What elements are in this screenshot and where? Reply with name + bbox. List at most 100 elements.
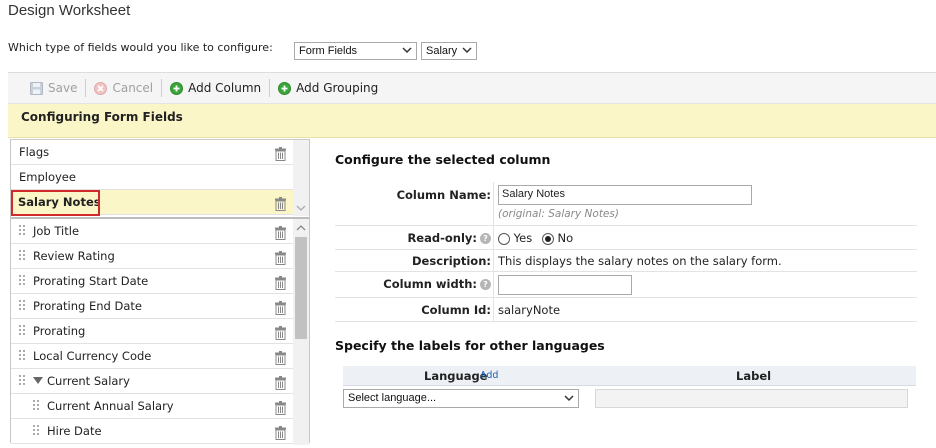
list-item-label: Local Currency Code xyxy=(33,349,152,363)
highlight-box xyxy=(11,190,100,216)
form-select[interactable]: Salary xyxy=(421,42,477,60)
cancel-icon xyxy=(94,81,108,95)
add-column-button[interactable]: Add Column xyxy=(162,78,269,98)
chevron-down-icon xyxy=(462,47,472,54)
languages-heading: Specify the labels for other languages xyxy=(335,338,605,353)
column-width-row: Column width:? xyxy=(335,272,917,298)
drag-handle-icon[interactable] xyxy=(19,250,27,262)
column-list-pane: Flags Employee Salary Notes Job Title Re… xyxy=(10,139,310,445)
list-item[interactable]: Job Title xyxy=(11,219,293,244)
chevron-down-icon xyxy=(402,47,412,54)
column-name-input[interactable]: Salary Notes xyxy=(498,185,752,205)
scrollbar-thumb[interactable] xyxy=(295,237,307,339)
list-item-group[interactable]: Current Salary xyxy=(11,369,293,394)
readonly-yes-radio[interactable] xyxy=(498,232,510,245)
list-item[interactable]: Flags xyxy=(11,140,293,165)
drag-handle-icon[interactable] xyxy=(19,325,27,337)
drag-handle-icon[interactable] xyxy=(19,350,27,362)
save-label: Save xyxy=(48,81,78,95)
column-name-row: Column Name: Salary Notes (original: Sal… xyxy=(335,182,917,226)
column-id-value: salaryNote xyxy=(498,303,561,317)
add-language-link[interactable]: Add xyxy=(480,370,498,381)
drag-handle-icon[interactable] xyxy=(33,400,41,412)
list-item-label: Hire Date xyxy=(47,424,102,438)
readonly-no-radio[interactable] xyxy=(541,232,554,245)
help-icon[interactable]: ? xyxy=(480,233,491,244)
column-name-label: Column Name: xyxy=(396,188,491,202)
readonly-yes-label: Yes xyxy=(513,231,533,245)
language-column-header: Language xyxy=(424,369,488,383)
list-item-label: Prorating Start Date xyxy=(33,274,149,288)
original-name-note: (original: Salary Notes) xyxy=(498,208,619,220)
drag-handle-icon[interactable] xyxy=(33,425,41,437)
form-divider xyxy=(493,298,494,321)
configuring-banner: Configuring Form Fields xyxy=(8,104,936,138)
configure-question-label: Which type of fields would you like to c… xyxy=(8,41,273,54)
columns-list: Job Title Review Rating Prorating Start … xyxy=(11,217,309,445)
chevron-up-icon[interactable] xyxy=(296,224,306,232)
language-label-input[interactable] xyxy=(595,389,908,408)
list-item[interactable]: Hire Date xyxy=(11,419,293,444)
drag-handle-icon[interactable] xyxy=(19,225,27,237)
add-icon xyxy=(170,81,184,95)
fixed-list-scrollbar[interactable] xyxy=(293,140,309,216)
form-value: Salary xyxy=(426,45,458,57)
add-column-label: Add Column xyxy=(188,81,262,95)
language-select-value: Select language... xyxy=(348,392,437,404)
description-label: Description: xyxy=(412,254,491,268)
column-details-pane: Configure the selected column Column Nam… xyxy=(311,139,936,443)
list-item-label: Employee xyxy=(19,170,76,184)
trash-icon[interactable] xyxy=(274,195,287,219)
caret-down-icon[interactable] xyxy=(33,377,43,385)
column-width-label-wrap: Column width:? xyxy=(383,277,491,291)
list-item[interactable]: Local Currency Code xyxy=(11,344,293,369)
list-item[interactable]: Employee xyxy=(11,165,293,190)
list-item[interactable]: Current Annual Salary xyxy=(11,394,293,419)
page-title: Design Worksheet xyxy=(8,2,131,19)
list-item[interactable]: Review Rating xyxy=(11,244,293,269)
chevron-down-icon xyxy=(564,395,574,402)
field-type-value: Form Fields xyxy=(299,45,358,57)
languages-table-header: Language Add Label xyxy=(343,366,916,386)
list-item-label: Flags xyxy=(19,145,50,159)
list-item[interactable]: Prorating End Date xyxy=(11,294,293,319)
save-button[interactable]: Save xyxy=(8,78,85,98)
configure-question: Which type of fields would you like to c… xyxy=(8,41,273,54)
list-item-label: Current Annual Salary xyxy=(47,399,174,413)
add-icon xyxy=(278,81,292,95)
description-value: This displays the salary notes on the sa… xyxy=(498,254,782,268)
add-grouping-button[interactable]: Add Grouping xyxy=(270,78,386,98)
column-id-row: Column Id: salaryNote xyxy=(335,298,917,322)
help-icon[interactable]: ? xyxy=(480,279,491,290)
list-item-selected[interactable]: Salary Notes xyxy=(11,190,293,216)
drag-handle-icon[interactable] xyxy=(19,375,27,387)
label-column-header: Label xyxy=(736,369,772,383)
description-row: Description: This displays the salary no… xyxy=(335,250,917,272)
readonly-options: Yes No xyxy=(498,231,573,245)
field-type-select[interactable]: Form Fields xyxy=(294,42,417,60)
list-item[interactable]: Prorating Start Date xyxy=(11,269,293,294)
form-divider xyxy=(493,250,494,271)
drag-handle-icon[interactable] xyxy=(19,275,27,287)
add-grouping-label: Add Grouping xyxy=(296,81,379,95)
toolbar: Save Cancel Add Column Add Grouping xyxy=(8,72,936,104)
list-item-label: Prorating End Date xyxy=(33,299,142,313)
cancel-button[interactable]: Cancel xyxy=(86,78,161,98)
list-item-label: Job Title xyxy=(33,224,80,238)
columns-list-scrollbar[interactable] xyxy=(293,219,309,445)
list-item-label: Prorating xyxy=(33,324,86,338)
form-divider xyxy=(493,272,494,297)
list-item[interactable]: Prorating xyxy=(11,319,293,344)
column-width-input[interactable] xyxy=(498,275,632,295)
trash-icon[interactable] xyxy=(274,424,287,448)
form-divider xyxy=(493,182,494,225)
readonly-label-wrap: Read-only:? xyxy=(407,231,491,245)
details-heading: Configure the selected column xyxy=(335,152,551,167)
list-item-label: Current Salary xyxy=(47,374,130,388)
fixed-columns-list: Flags Employee Salary Notes xyxy=(11,139,309,216)
chevron-down-icon[interactable] xyxy=(296,204,306,212)
readonly-no-label: No xyxy=(557,231,574,245)
language-select[interactable]: Select language... xyxy=(343,389,579,408)
drag-handle-icon[interactable] xyxy=(19,300,27,312)
save-icon xyxy=(30,81,43,95)
